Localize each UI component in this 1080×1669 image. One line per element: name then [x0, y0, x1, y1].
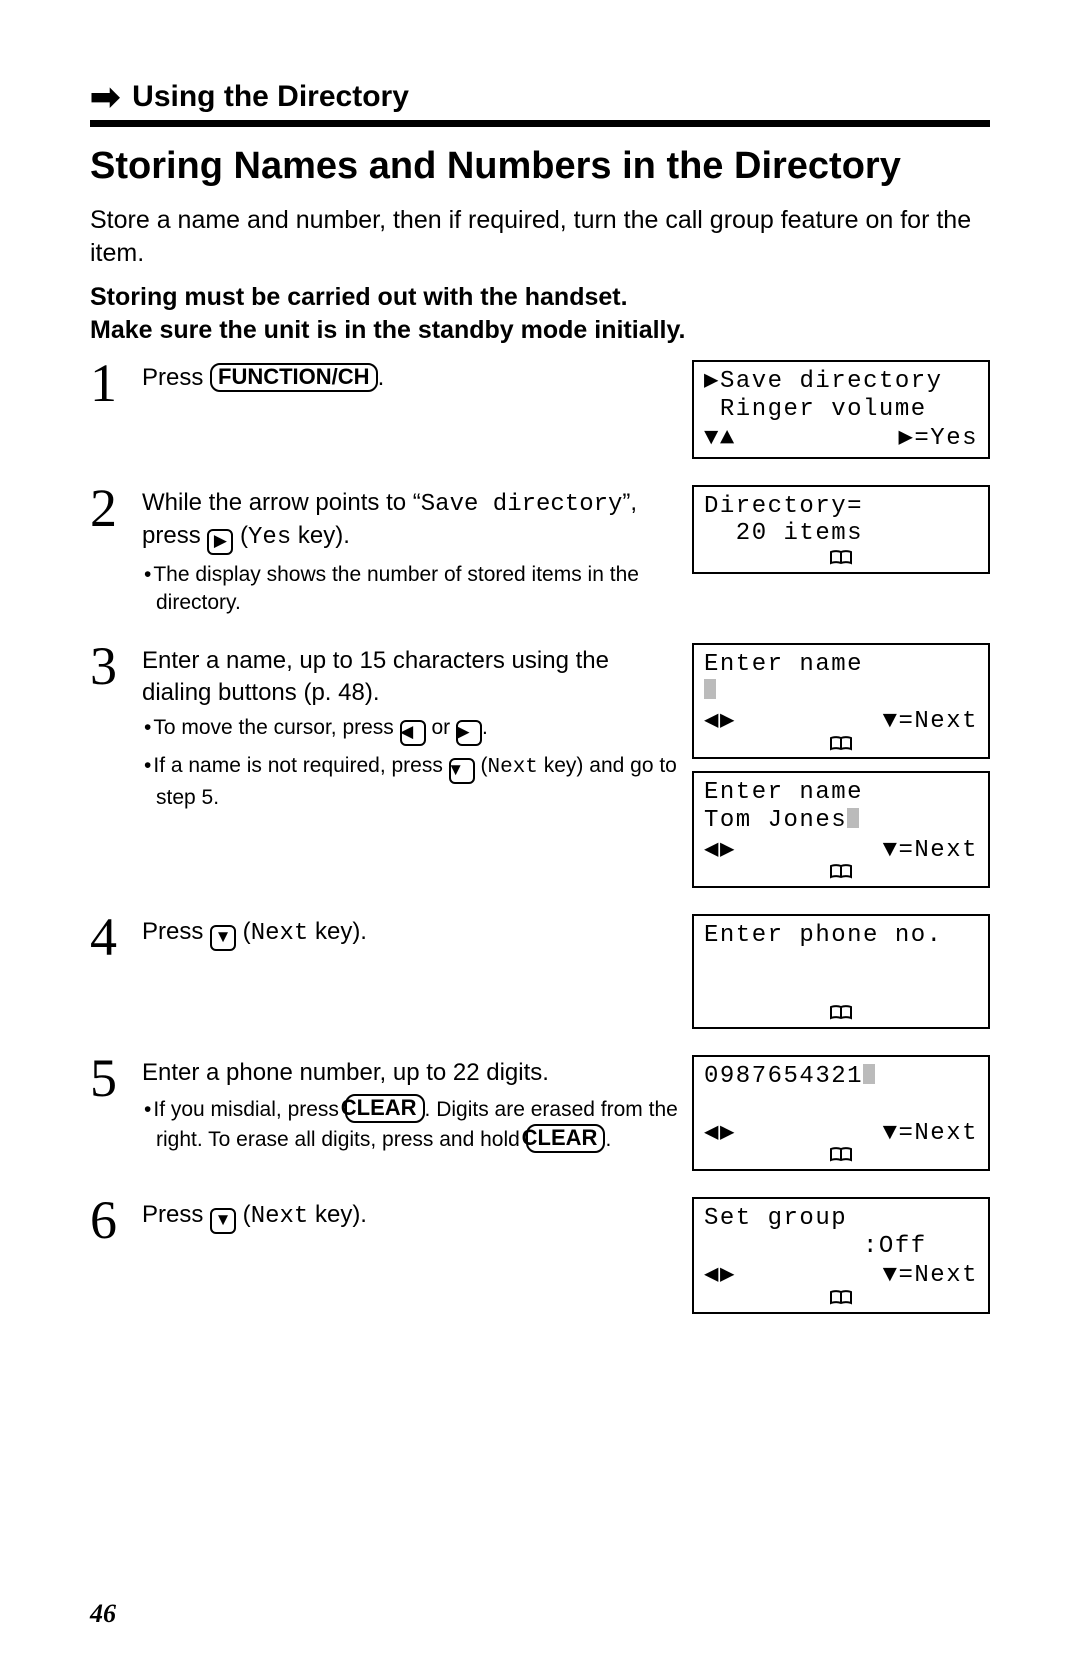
lcd-screen-2: Directory= 20 items [692, 485, 990, 574]
right-arrow-key-icon: ▶ [456, 720, 482, 746]
left-arrow-key-icon: ◀ [400, 720, 426, 746]
step-1: 1 Press FUNCTION/CH. ▶Save directory Rin… [90, 360, 990, 459]
lcd-screen-5: 0987654321 ◀▶ ▼=Next [692, 1055, 990, 1172]
cursor-icon [704, 679, 716, 699]
clear-key: CLEAR [526, 1124, 606, 1153]
divider [90, 120, 990, 127]
book-icon [828, 1289, 854, 1307]
book-icon [828, 549, 854, 567]
lcd-screen-1: ▶Save directory Ringer volume ▼▲ ▶=Yes [692, 360, 990, 459]
step-6-body: Press ▼ (Next key). [142, 1197, 692, 1234]
book-icon [828, 863, 854, 881]
step-5-body: Enter a phone number, up to 22 digits. I… [142, 1055, 692, 1154]
down-arrow-key-icon: ▼ [210, 1208, 236, 1234]
function-ch-key: FUNCTION/CH [210, 363, 378, 392]
intro-bold: Storing must be carried out with the han… [90, 281, 990, 346]
cursor-icon [847, 808, 859, 828]
step-5-note: If you misdial, press CLEAR. Digits are … [142, 1094, 678, 1153]
book-icon [828, 1004, 854, 1022]
page-number: 46 [90, 1599, 116, 1629]
book-icon [828, 1146, 854, 1164]
step-2-body: While the arrow points to “Save director… [142, 485, 692, 617]
step-number: 4 [90, 910, 142, 964]
step-3-note-1: To move the cursor, press ◀ or ▶. [142, 714, 678, 746]
step-4: 4 Press ▼ (Next key). Enter phone no. [90, 914, 990, 1029]
down-arrow-key-icon: ▼ [449, 758, 475, 784]
step-1-body: Press FUNCTION/CH. [142, 360, 692, 394]
step-number: 3 [90, 639, 142, 693]
step-number: 5 [90, 1051, 142, 1105]
page-title: Storing Names and Numbers in the Directo… [90, 145, 990, 188]
step-6: 6 Press ▼ (Next key). Set group :Off ◀▶ … [90, 1197, 990, 1314]
step-number: 1 [90, 356, 142, 410]
step-5: 5 Enter a phone number, up to 22 digits.… [90, 1055, 990, 1172]
lcd-screen-3b: Enter name Tom Jones ◀▶ ▼=Next [692, 771, 990, 888]
clear-key: CLEAR [345, 1094, 425, 1123]
step-4-body: Press ▼ (Next key). [142, 914, 692, 951]
section-title: Using the Directory [132, 80, 409, 114]
step-number: 6 [90, 1193, 142, 1247]
step-2-note: The display shows the number of stored i… [142, 561, 678, 616]
step-3-body: Enter a name, up to 15 characters using … [142, 643, 692, 812]
lcd-screen-4: Enter phone no. [692, 914, 990, 1029]
lcd-screen-6: Set group :Off ◀▶ ▼=Next [692, 1197, 990, 1314]
step-3: 3 Enter a name, up to 15 characters usin… [90, 643, 990, 888]
cursor-icon [863, 1064, 875, 1084]
arrow-right-icon: ➡ [90, 83, 120, 112]
section-header: ➡ Using the Directory [90, 80, 990, 114]
step-3-note-2: If a name is not required, press ▼ (Next… [142, 752, 678, 812]
step-2: 2 While the arrow points to “Save direct… [90, 485, 990, 617]
intro-text: Store a name and number, then if require… [90, 204, 990, 269]
down-arrow-key-icon: ▼ [210, 925, 236, 951]
right-arrow-key-icon: ▶ [207, 529, 233, 555]
lcd-screen-3a: Enter name ◀▶ ▼=Next [692, 643, 990, 760]
book-icon [828, 735, 854, 753]
step-number: 2 [90, 481, 142, 535]
